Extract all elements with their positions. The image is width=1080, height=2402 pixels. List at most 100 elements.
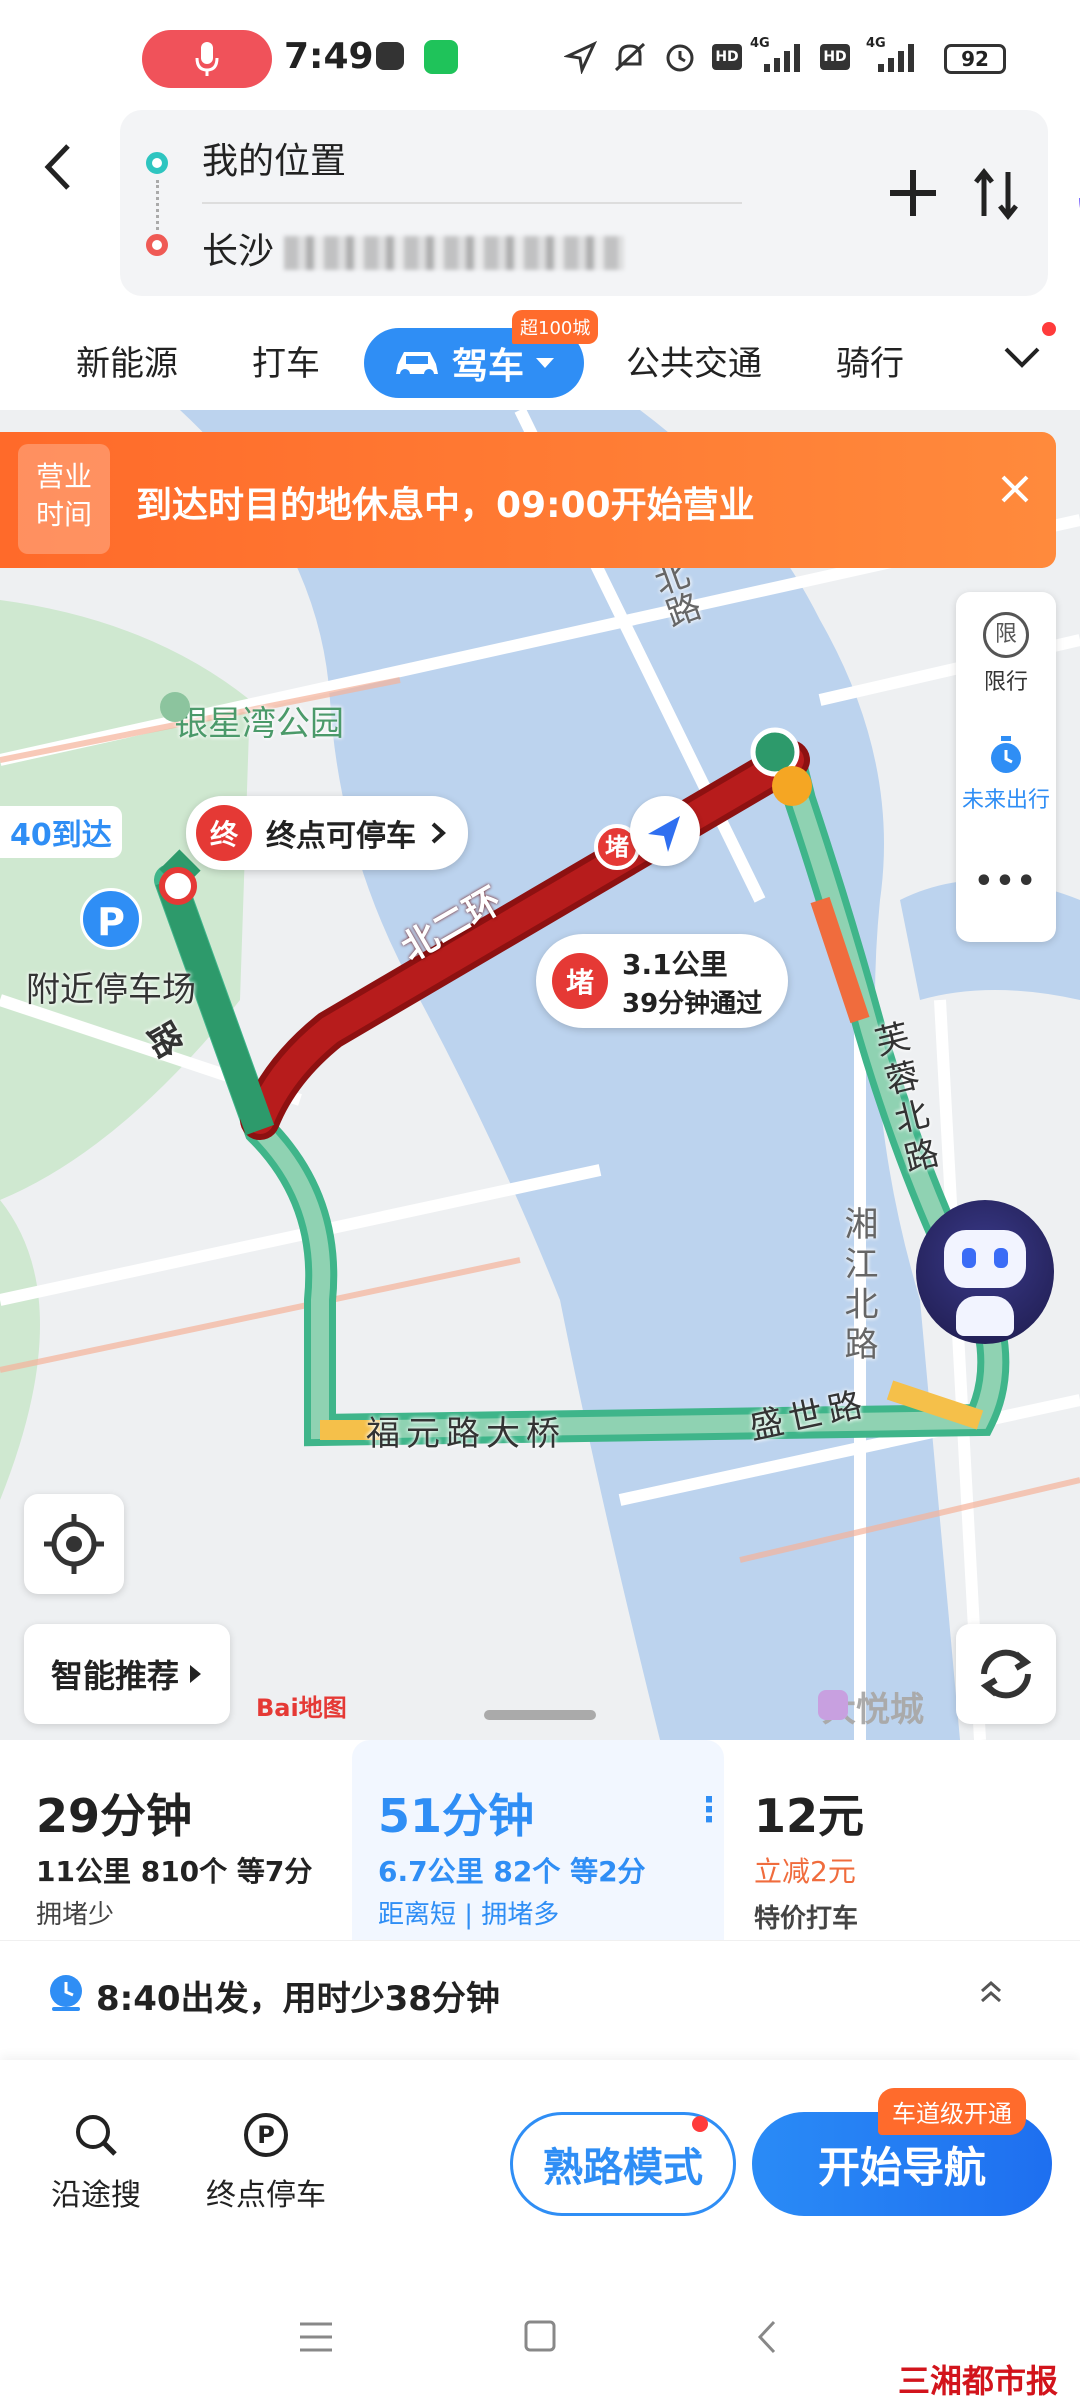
more-modes-button[interactable] <box>1002 340 1042 380</box>
plus-icon <box>890 170 936 216</box>
departure-suggestion[interactable]: 8:40出发，用时少38分钟 <box>0 1940 1080 2050</box>
mic-recording-indicator[interactable] <box>142 30 272 88</box>
back-button[interactable] <box>40 130 100 200</box>
destination-parking-label: 终点停车 <box>206 2178 326 2213</box>
banner-message: 到达时目的地休息中，09:00开始营业 <box>136 485 755 526</box>
destination-parking-button[interactable]: P 终点停车 <box>196 2110 336 2214</box>
smart-recommend-button[interactable]: 智能推荐 <box>24 1624 230 1724</box>
svg-text:P: P <box>257 2121 275 2149</box>
route-2-lights: 2个 <box>512 1855 561 1888</box>
location-arrow-icon <box>564 40 598 74</box>
route-option-2-selected[interactable]: 51分钟 ⋮ 6.7公里 82个 等2分 距离短 | 拥堵多 <box>352 1740 726 1940</box>
jam-duration: 39分钟通过 <box>622 988 763 1019</box>
parking-icon: P <box>244 2113 288 2157</box>
menu-icon[interactable] <box>296 2320 336 2354</box>
search-icon <box>76 2115 117 2156</box>
end-badge: 终 <box>196 805 252 861</box>
traffic-light-icon: 8 <box>140 1855 161 1888</box>
sheet-drag-handle[interactable] <box>484 1710 596 1720</box>
smart-recommend-label: 智能推荐 <box>50 1657 179 1695</box>
double-chevron-up-icon[interactable] <box>976 1977 1006 2007</box>
tab-cycling[interactable]: 骑行 <box>836 336 904 385</box>
clock-icon <box>50 1975 82 2011</box>
route-1-distance: 11公里 <box>36 1855 131 1888</box>
route-2-more-button[interactable]: ⋮ <box>692 1790 726 1830</box>
wechat-icon <box>424 40 458 74</box>
route-option-1[interactable]: 29分钟 11公里 810个 等7分 拥堵少 <box>16 1740 346 1940</box>
tab-taxi[interactable]: 打车 <box>252 336 320 385</box>
destination-text: 长沙 <box>202 231 275 272</box>
taxi-price: 12元 <box>754 1789 865 1843</box>
lane-level-badge: 车道级开通 <box>878 2088 1026 2135</box>
restriction-icon: 限 <box>983 612 1029 658</box>
microphone-icon <box>195 42 219 76</box>
route-2-time: 51分钟 <box>378 1789 535 1843</box>
alarm-icon <box>666 44 694 72</box>
current-position-marker <box>630 796 700 866</box>
business-hours-banner: 营业 时间 到达时目的地休息中，09:00开始营业 <box>0 432 1056 568</box>
divider <box>202 202 742 204</box>
assistant-robot-avatar[interactable] <box>916 1200 1054 1344</box>
road-label-xiangjiang: 湘江北路 <box>838 1206 878 1366</box>
battery-indicator: 92 <box>944 44 1006 74</box>
add-waypoint-button[interactable] <box>886 162 940 236</box>
future-travel-button[interactable]: 未来出行 <box>956 732 1056 814</box>
navigation-arrow-icon <box>648 816 680 852</box>
locate-button[interactable] <box>24 1494 124 1594</box>
tab-public-transit[interactable]: 公共交通 <box>626 336 762 385</box>
traffic-restriction-button[interactable]: 限 限行 <box>956 612 1056 696</box>
home-icon[interactable] <box>522 2318 558 2354</box>
jam-info-callout[interactable]: 堵 3.1公里 39分钟通过 <box>536 934 789 1028</box>
end-point-icon <box>146 234 168 256</box>
more-tools-button[interactable]: ••• <box>956 864 1056 899</box>
search-along-route-label: 沿途搜 <box>51 2178 141 2213</box>
end-parking-text: 终点可停车 <box>266 819 416 854</box>
taxi-discount: 立减2元 <box>754 1855 856 1888</box>
caret-right-icon <box>190 1665 201 1683</box>
watermark: 三湘都市报 <box>898 2362 1059 2400</box>
jam-badge: 堵 <box>552 953 608 1009</box>
back-icon[interactable] <box>752 2318 782 2356</box>
parking-icon[interactable]: P <box>80 888 142 950</box>
route-options: 29分钟 11公里 810个 等7分 拥堵少 51分钟 ⋮ 6.7公里 82个 … <box>0 1740 1080 1940</box>
jam-distance: 3.1公里 <box>622 947 728 981</box>
close-icon <box>1001 475 1029 503</box>
arrival-time-label: 40到达 <box>0 806 122 858</box>
stopwatch-icon <box>991 736 1021 773</box>
destination-field[interactable]: 长沙 <box>202 222 625 274</box>
route-header: 我的位置 长沙 新能源 打车 驾车 超100城 公共交通 骑行 <box>0 110 1080 410</box>
notification-dot <box>692 2116 708 2132</box>
future-travel-label: 未来出行 <box>961 788 1050 813</box>
tab-drive-label: 驾车 <box>451 346 524 387</box>
mute-bell-icon <box>614 42 646 72</box>
signal-icon-2 <box>878 44 914 72</box>
swap-endpoints-button[interactable] <box>972 166 1020 234</box>
restriction-label: 限行 <box>983 670 1028 695</box>
hd-indicator-2: HD <box>820 44 850 70</box>
route-2-details: 6.7公里 82个 等2分 <box>378 1850 646 1890</box>
close-banner-button[interactable] <box>1000 468 1030 514</box>
route-option-taxi[interactable]: 12元 立减2元 特价打车 <box>730 1740 1064 1940</box>
tag-line-1: 营业 <box>35 460 92 493</box>
car-icon <box>395 352 438 379</box>
start-location-field[interactable]: 我的位置 <box>202 132 346 184</box>
route-1-time: 29分钟 <box>36 1789 193 1843</box>
map-view[interactable]: 银星湾公园 40到达 终 终点可停车 P 附近停车场 堵 堵 3.1公里 39分… <box>0 410 1080 1740</box>
voice-input-button[interactable] <box>1076 166 1080 236</box>
mall-icon <box>818 1690 848 1720</box>
hd-indicator: HD <box>712 44 742 70</box>
signal-icon <box>764 44 800 72</box>
baidu-map-logo: Bai地图 <box>256 1694 347 1722</box>
refresh-route-button[interactable] <box>956 1624 1056 1724</box>
route-2-distance: 6.7公里 <box>378 1855 484 1888</box>
route-2-wait: 等2分 <box>570 1855 646 1888</box>
end-parking-callout[interactable]: 终 终点可停车 <box>186 796 468 870</box>
road-label-fuyuan-bridge: 福元路大桥 <box>366 1414 566 1454</box>
chevron-right-icon <box>431 822 446 844</box>
caret-down-icon <box>536 358 554 368</box>
route-1-wait: 等7分 <box>236 1855 313 1888</box>
search-along-route-button[interactable]: 沿途搜 <box>46 2110 146 2214</box>
route-1-tag: 拥堵少 <box>36 1900 115 1930</box>
chevron-down-icon <box>1004 347 1040 368</box>
tab-new-energy[interactable]: 新能源 <box>76 336 178 385</box>
